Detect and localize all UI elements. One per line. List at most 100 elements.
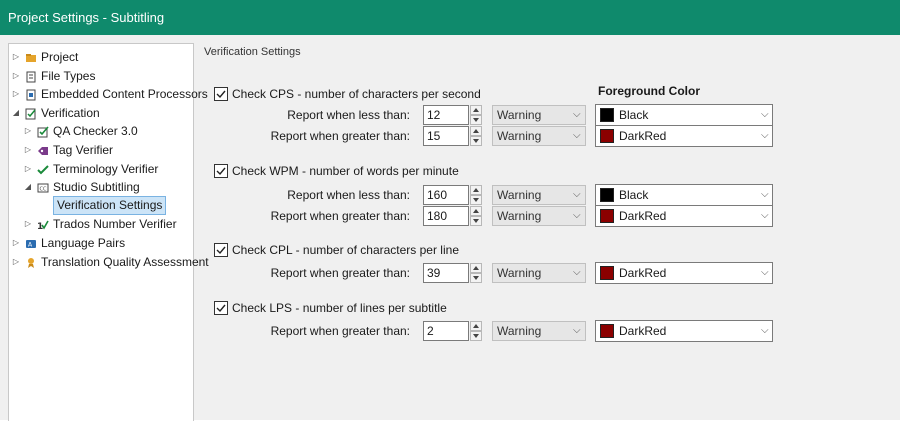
project-icon <box>25 51 37 63</box>
chevron-down-icon: ⌵ <box>573 130 581 141</box>
foreground-color-select[interactable]: DarkRed ⌵ <box>595 262 773 284</box>
verification-icon <box>25 107 37 120</box>
checkbox[interactable] <box>214 243 228 257</box>
collapsed-arrow-icon[interactable]: ▷ <box>23 122 33 140</box>
spin-down-icon[interactable] <box>470 331 482 341</box>
spin-down-icon[interactable] <box>470 273 482 283</box>
threshold-input[interactable]: 12 <box>423 105 469 125</box>
spinner[interactable] <box>470 126 482 146</box>
tree-item-label: QA Checker 3.0 <box>53 124 138 139</box>
tree-item-label: File Types <box>41 68 96 83</box>
chevron-down-icon: ⌵ <box>573 325 581 336</box>
foreground-color-select[interactable]: Black ⌵ <box>595 104 773 126</box>
tag-verifier-icon <box>37 144 49 156</box>
spin-down-icon[interactable] <box>470 115 482 125</box>
number-verifier-icon: 1 <box>37 218 49 232</box>
severity-select[interactable]: Warning ⌵ <box>492 206 586 226</box>
color-name: DarkRed <box>619 324 667 338</box>
chevron-down-icon: ⌵ <box>573 267 581 278</box>
threshold-label: Report when greater than: <box>270 209 410 223</box>
threshold-input[interactable]: 160 <box>423 185 469 205</box>
checkbox-label: Check CPS - number of characters per sec… <box>232 87 481 101</box>
window-title: Project Settings - Subtitling <box>8 10 165 25</box>
collapsed-arrow-icon[interactable]: ▷ <box>11 234 21 252</box>
collapsed-arrow-icon[interactable]: ▷ <box>23 215 33 233</box>
severity-select[interactable]: Warning ⌵ <box>492 126 586 146</box>
spinner[interactable] <box>470 185 482 205</box>
threshold-label: Report when greater than: <box>270 266 410 280</box>
foreground-color-select[interactable]: DarkRed ⌵ <box>595 125 773 147</box>
foreground-color-select[interactable]: DarkRed ⌵ <box>595 205 773 227</box>
studio-subtitling-icon: CC <box>37 181 49 193</box>
severity-select[interactable]: Warning ⌵ <box>492 105 586 125</box>
spinner[interactable] <box>470 206 482 226</box>
checkbox[interactable] <box>214 301 228 315</box>
severity-value: Warning <box>497 108 542 122</box>
spin-up-icon[interactable] <box>470 263 482 273</box>
collapsed-arrow-icon[interactable]: ▷ <box>23 160 33 178</box>
severity-select[interactable]: Warning ⌵ <box>492 185 586 205</box>
color-swatch <box>600 188 614 202</box>
color-swatch <box>600 209 614 223</box>
threshold-input[interactable]: 39 <box>423 263 469 283</box>
checkbox[interactable] <box>214 164 228 178</box>
expanded-arrow-icon[interactable]: ◢ <box>11 104 21 122</box>
spin-up-icon[interactable] <box>470 185 482 195</box>
foreground-color-select[interactable]: DarkRed ⌵ <box>595 320 773 342</box>
chevron-down-icon: ⌵ <box>761 210 769 221</box>
tree-item-label: Verification Settings <box>53 195 167 215</box>
collapsed-arrow-icon[interactable]: ▷ <box>11 67 21 85</box>
severity-select[interactable]: Warning ⌵ <box>492 263 586 283</box>
threshold-input[interactable]: 2 <box>423 321 469 341</box>
spinner[interactable] <box>470 321 482 341</box>
severity-value: Warning <box>497 266 542 280</box>
severity-value: Warning <box>497 209 542 223</box>
spin-down-icon[interactable] <box>470 216 482 226</box>
color-swatch <box>600 266 614 280</box>
tree-item-label: Terminology Verifier <box>53 161 159 176</box>
tqa-icon <box>25 256 37 268</box>
collapsed-arrow-icon[interactable]: ▷ <box>11 85 21 103</box>
settings-tree: ▷ Project ▷ File Types ▷ Embedded Content Pro… <box>8 43 209 421</box>
expanded-arrow-icon[interactable]: ◢ <box>23 178 33 196</box>
foreground-color-header: Foreground Color <box>598 84 700 98</box>
chevron-down-icon: ⌵ <box>761 325 769 336</box>
chevron-down-icon: ⌵ <box>761 130 769 141</box>
file-types-icon <box>25 70 37 83</box>
spinner[interactable] <box>470 263 482 283</box>
spin-up-icon[interactable] <box>470 206 482 216</box>
severity-value: Warning <box>497 129 542 143</box>
tree-item-label: Translation Quality Assessment <box>41 254 209 269</box>
spinner[interactable] <box>470 105 482 125</box>
collapsed-arrow-icon[interactable]: ▷ <box>11 253 21 271</box>
title-bar: Project Settings - Subtitling <box>0 0 900 35</box>
right-edge <box>884 35 900 420</box>
color-name: Black <box>619 108 649 122</box>
chevron-down-icon: ⌵ <box>573 210 581 221</box>
spin-down-icon[interactable] <box>470 195 482 205</box>
spin-down-icon[interactable] <box>470 136 482 146</box>
foreground-color-select[interactable]: Black ⌵ <box>595 184 773 206</box>
tree-item-label: Trados Number Verifier <box>53 217 177 232</box>
language-pairs-icon: A <box>25 237 37 249</box>
color-name: DarkRed <box>619 209 667 223</box>
tree-item-label: Project <box>41 50 79 64</box>
checkbox-label: Check CPL - number of characters per lin… <box>232 243 459 257</box>
collapsed-arrow-icon[interactable]: ▷ <box>23 141 33 159</box>
chevron-down-icon: ⌵ <box>573 189 581 200</box>
checkbox[interactable] <box>214 87 228 101</box>
color-swatch <box>600 108 614 122</box>
threshold-input[interactable]: 180 <box>423 206 469 226</box>
severity-select[interactable]: Warning ⌵ <box>492 321 586 341</box>
spin-up-icon[interactable] <box>470 321 482 331</box>
tree-item-label: Tag Verifier <box>53 143 114 157</box>
chevron-down-icon: ⌵ <box>761 189 769 200</box>
collapsed-arrow-icon[interactable]: ▷ <box>11 48 21 66</box>
color-name: DarkRed <box>619 129 667 143</box>
tree-item-label: Language Pairs <box>41 236 126 250</box>
chevron-down-icon: ⌵ <box>761 109 769 120</box>
settings-window: ▷ Project ▷ File Types ▷ Embedded Content Pro… <box>0 35 900 421</box>
spin-up-icon[interactable] <box>470 105 482 115</box>
threshold-input[interactable]: 15 <box>423 126 469 146</box>
spin-up-icon[interactable] <box>470 126 482 136</box>
